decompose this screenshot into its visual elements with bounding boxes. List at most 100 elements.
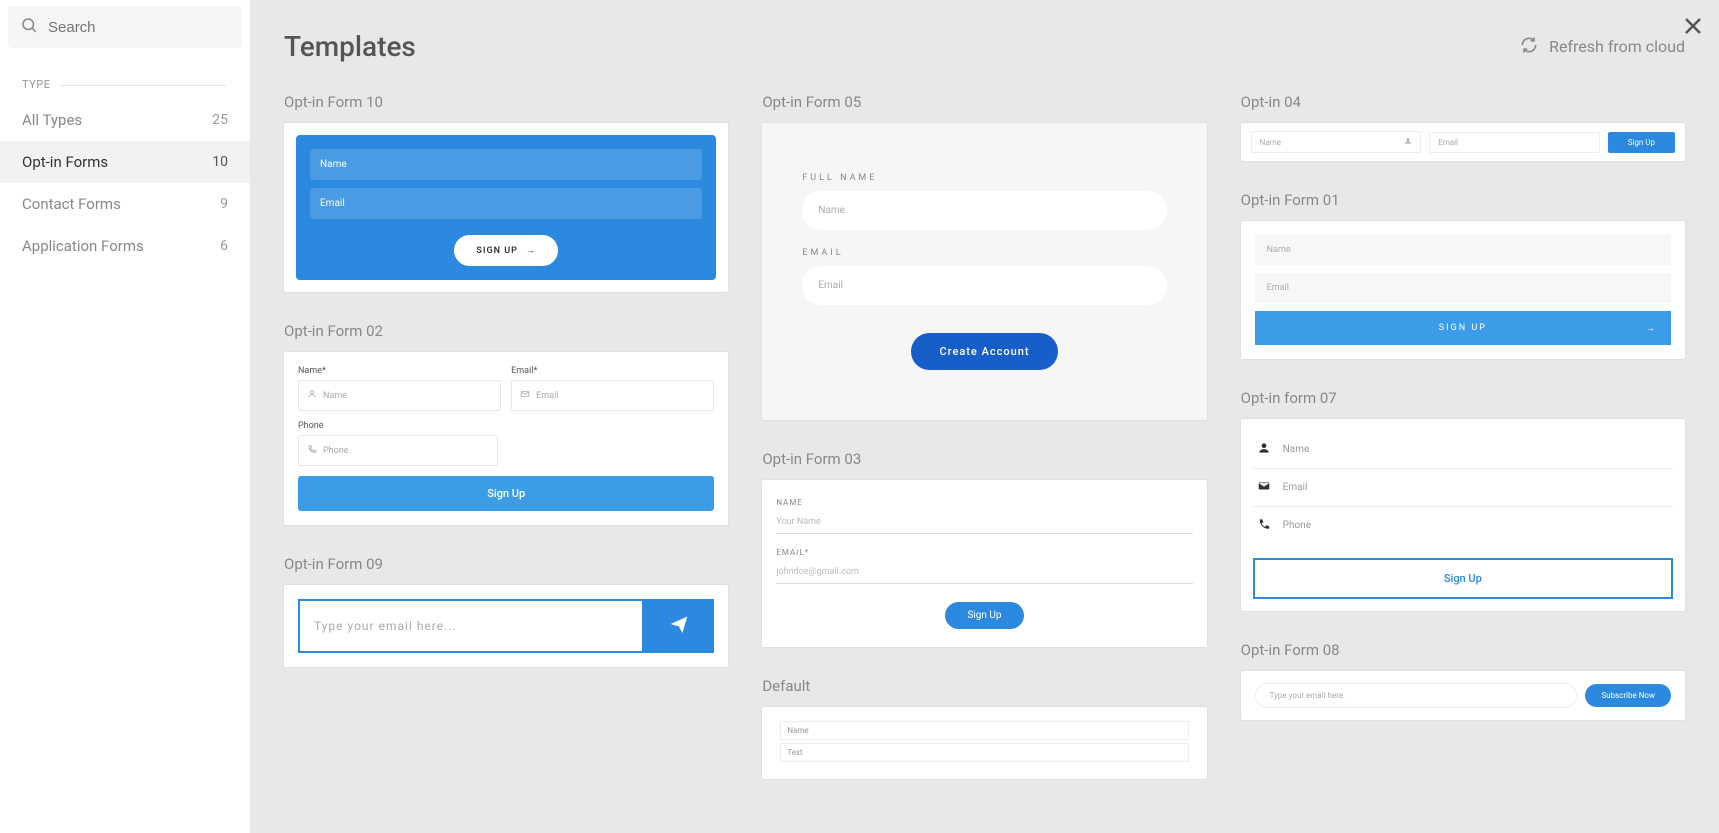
sidebar-item-label: Application Forms bbox=[22, 237, 144, 255]
preview-button-label: SIGN UP bbox=[476, 246, 518, 256]
template-title: Opt-in Form 05 bbox=[762, 93, 1206, 111]
user-icon bbox=[307, 389, 317, 402]
refresh-icon bbox=[1519, 35, 1539, 59]
sidebar-section-label: TYPE bbox=[0, 78, 250, 91]
preview-name-field: Your Name bbox=[776, 511, 1192, 534]
preview-email-field: Type your email here... bbox=[298, 599, 644, 653]
page-title: Templates bbox=[284, 30, 416, 63]
preview-signup-button: Sign Up bbox=[298, 476, 714, 511]
preview-email-label: Email* bbox=[511, 366, 714, 376]
send-icon bbox=[669, 614, 689, 638]
preview-email-field: Email bbox=[802, 266, 1166, 305]
preview-placeholder: Phone bbox=[323, 446, 349, 456]
template-title: Opt-in form 07 bbox=[1241, 389, 1685, 407]
preview-name-field: Name bbox=[310, 149, 702, 180]
sidebar-item-label: Contact Forms bbox=[22, 195, 121, 213]
preview-name-label: FULL NAME bbox=[802, 173, 1166, 183]
preview-placeholder: Email bbox=[536, 391, 558, 401]
preview-email-field: Type your email here. bbox=[1255, 683, 1578, 708]
preview-name-field: Name bbox=[298, 380, 501, 411]
template-preview: Type your email here. Subscribe Now bbox=[1241, 671, 1685, 720]
user-icon bbox=[1257, 441, 1271, 458]
sidebar-item-count: 6 bbox=[220, 238, 228, 254]
preview-signup-button: Sign Up bbox=[1608, 132, 1675, 153]
preview-email-field: johndoe@gmail.com bbox=[776, 561, 1192, 584]
preview-placeholder: Name bbox=[323, 391, 347, 401]
template-preview: Name Email SIGN UP → bbox=[284, 123, 728, 292]
preview-name-field: Name bbox=[1251, 131, 1422, 153]
phone-icon bbox=[1257, 517, 1271, 534]
grid-col-2: Opt-in Form 05 FULL NAME Name EMAIL Emai… bbox=[762, 93, 1206, 779]
preview-subscribe-button: Subscribe Now bbox=[1585, 684, 1671, 707]
search-field[interactable] bbox=[8, 6, 242, 48]
preview-email-label: EMAIL bbox=[802, 248, 1166, 258]
preview-placeholder: Email bbox=[1438, 138, 1458, 147]
sidebar-item-all-types[interactable]: All Types 25 bbox=[0, 99, 250, 141]
preview-email-field: Email bbox=[1255, 273, 1671, 303]
preview-button-label: SIGN UP bbox=[1439, 323, 1487, 333]
sidebar-item-application[interactable]: Application Forms 6 bbox=[0, 225, 250, 267]
template-card-default[interactable]: Default Name Text bbox=[762, 677, 1206, 779]
template-title: Opt-in 04 bbox=[1241, 93, 1685, 111]
header: Templates Refresh from cloud bbox=[284, 30, 1685, 63]
mail-icon bbox=[520, 389, 530, 402]
preview-create-button: Create Account bbox=[911, 333, 1057, 370]
sidebar-item-label: Opt-in Forms bbox=[22, 153, 108, 171]
template-card-05[interactable]: Opt-in Form 05 FULL NAME Name EMAIL Emai… bbox=[762, 93, 1206, 420]
preview-placeholder: Name bbox=[1260, 138, 1281, 147]
preview-email-field: Email bbox=[1253, 469, 1673, 507]
grid-col-1: Opt-in Form 10 Name Email SIGN UP → bbox=[284, 93, 728, 667]
sidebar-item-count: 25 bbox=[212, 112, 228, 128]
template-preview: Type your email here... bbox=[284, 585, 728, 667]
preview-signup-button: Sign Up bbox=[945, 602, 1023, 629]
sidebar-item-optin[interactable]: Opt-in Forms 10 bbox=[0, 141, 250, 183]
template-preview: FULL NAME Name EMAIL Email Create Accoun… bbox=[762, 123, 1206, 420]
preview-name-field: Name bbox=[802, 191, 1166, 230]
template-preview: Name Email Sign Up bbox=[1241, 123, 1685, 161]
preview-name-label: Name* bbox=[298, 366, 501, 376]
arrow-right-icon: → bbox=[526, 245, 536, 256]
template-preview: NAME Your Name EMAIL* johndoe@gmail.com … bbox=[762, 480, 1206, 647]
template-card-03[interactable]: Opt-in Form 03 NAME Your Name EMAIL* joh… bbox=[762, 450, 1206, 647]
mail-icon bbox=[1257, 479, 1271, 496]
preview-phone-field: Phone bbox=[1253, 507, 1673, 544]
arrow-right-icon: → bbox=[1646, 323, 1657, 334]
preview-text-field: Text bbox=[780, 743, 1188, 762]
preview-email-field: Email bbox=[1429, 132, 1600, 153]
layout: TYPE All Types 25 Opt-in Forms 10 Contac… bbox=[0, 0, 1719, 833]
template-card-04[interactable]: Opt-in 04 Name Email Sign Up bbox=[1241, 93, 1685, 161]
sidebar-item-contact[interactable]: Contact Forms 9 bbox=[0, 183, 250, 225]
template-title: Opt-in Form 10 bbox=[284, 93, 728, 111]
preview-name-field: Name bbox=[1255, 235, 1671, 265]
main: Templates Refresh from cloud Opt-in Form… bbox=[250, 0, 1719, 833]
template-card-10[interactable]: Opt-in Form 10 Name Email SIGN UP → bbox=[284, 93, 728, 292]
search-icon bbox=[20, 16, 38, 38]
template-title: Opt-in Form 02 bbox=[284, 322, 728, 340]
template-card-07[interactable]: Opt-in form 07 Name Email Phone bbox=[1241, 389, 1685, 611]
preview-send-button bbox=[644, 599, 714, 653]
refresh-button[interactable]: Refresh from cloud bbox=[1519, 35, 1685, 59]
template-title: Opt-in Form 09 bbox=[284, 555, 728, 573]
search-input[interactable] bbox=[48, 19, 230, 36]
preview-name-field: Name bbox=[780, 721, 1188, 740]
template-card-09[interactable]: Opt-in Form 09 Type your email here... bbox=[284, 555, 728, 667]
template-title: Opt-in Form 08 bbox=[1241, 641, 1685, 659]
preview-email-field: Email bbox=[511, 380, 714, 411]
template-card-01[interactable]: Opt-in Form 01 Name Email SIGN UP → bbox=[1241, 191, 1685, 359]
preview-name-label: NAME bbox=[776, 498, 1192, 507]
preview-name-field: Name bbox=[1253, 431, 1673, 469]
preview-email-label: EMAIL* bbox=[776, 548, 1192, 557]
template-card-02[interactable]: Opt-in Form 02 Name* Name Em bbox=[284, 322, 728, 525]
preview-signup-button: SIGN UP → bbox=[1255, 311, 1671, 345]
template-card-08[interactable]: Opt-in Form 08 Type your email here. Sub… bbox=[1241, 641, 1685, 720]
template-grid: Opt-in Form 10 Name Email SIGN UP → bbox=[284, 93, 1685, 779]
template-preview: Name Text bbox=[762, 707, 1206, 779]
template-preview: Name Email SIGN UP → bbox=[1241, 221, 1685, 359]
sidebar-item-count: 9 bbox=[220, 196, 228, 212]
preview-phone-label: Phone bbox=[298, 421, 714, 431]
grid-col-3: Opt-in 04 Name Email Sign Up Opt- bbox=[1241, 93, 1685, 720]
preview-phone-field: Phone bbox=[298, 435, 498, 466]
preview-signup-button: Sign Up bbox=[1253, 558, 1673, 599]
sidebar: TYPE All Types 25 Opt-in Forms 10 Contac… bbox=[0, 0, 250, 833]
template-preview: Name Email Phone Sign Up bbox=[1241, 419, 1685, 611]
